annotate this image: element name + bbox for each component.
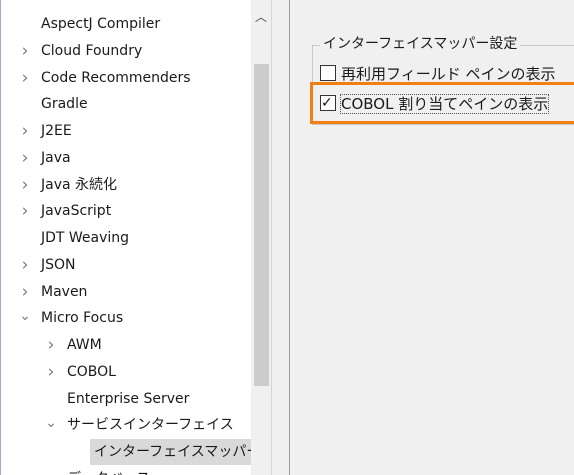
tree-item-label: COBOL — [67, 364, 116, 380]
chevron-down-icon[interactable] — [44, 412, 58, 438]
tree-item-java[interactable]: Java — [1, 145, 251, 171]
tree-item-label: Code Recommenders — [41, 70, 191, 86]
checkbox[interactable] — [320, 65, 336, 81]
chevron-right-icon[interactable] — [18, 252, 32, 278]
scroll-thumb[interactable] — [254, 64, 269, 386]
tree-item-label: JavaScript — [41, 203, 112, 219]
tree-item-java-persistence[interactable]: Java 永続化 — [1, 172, 251, 198]
tree-item-aspectj-compiler[interactable]: AspectJ Compiler — [1, 11, 251, 37]
tree-item-interface-mapper[interactable]: インターフェイスマッパー — [1, 439, 265, 465]
tree-item-label: JDT Weaving — [41, 230, 130, 246]
preferences-tree[interactable]: AspectJ Compiler Cloud Foundry Code Reco… — [1, 0, 271, 475]
tree-item-label: J2EE — [41, 123, 72, 139]
tree-scrollbar[interactable]: ︿ — [251, 0, 271, 475]
settings-panel: インターフェイスマッパー設定 再利用フィールド ペインの表示 COBOL 割り当… — [290, 0, 574, 475]
tree-item-label: サービスインターフェイス — [67, 417, 234, 433]
tree-item-cloud-foundry[interactable]: Cloud Foundry — [1, 38, 251, 64]
chevron-down-icon[interactable] — [18, 305, 32, 331]
chevron-right-icon[interactable] — [18, 65, 32, 91]
panel-sash[interactable] — [271, 0, 291, 475]
tree-item-label: AspectJ Compiler — [41, 16, 161, 32]
tree-item-label: Java — [41, 150, 71, 166]
chevron-right-icon[interactable] — [44, 359, 58, 385]
tree-item-service-interface[interactable]: サービスインターフェイス — [1, 412, 251, 438]
tree-item-label: Enterprise Server — [67, 391, 190, 407]
tree-item-maven[interactable]: Maven — [1, 279, 251, 305]
chevron-right-icon[interactable] — [18, 145, 32, 171]
tree-item-label: Java 永続化 — [41, 177, 118, 193]
tree-item-label: Gradle — [41, 96, 88, 112]
tree-item-gradle[interactable]: Gradle — [1, 91, 251, 117]
tree-item-label: インターフェイスマッパー — [90, 439, 265, 465]
chevron-right-icon[interactable] — [44, 332, 58, 358]
chevron-right-icon[interactable] — [18, 38, 32, 64]
tree-item-label: データベース — [67, 466, 150, 475]
tree-item-javascript[interactable]: JavaScript — [1, 198, 251, 224]
chevron-right-icon[interactable] — [18, 172, 32, 198]
tree-item-j2ee[interactable]: J2EE — [1, 118, 251, 144]
tree-item-label: AWM — [67, 337, 102, 353]
chevron-right-icon[interactable] — [44, 466, 58, 475]
tree-item-cobol[interactable]: COBOL — [1, 359, 251, 385]
chevron-right-icon[interactable] — [18, 118, 32, 144]
option-label: 再利用フィールド ペインの表示 — [341, 65, 556, 83]
tree-item-label: Cloud Foundry — [41, 43, 143, 59]
scroll-up-arrow-icon[interactable]: ︿ — [251, 8, 271, 24]
tree-item-awm[interactable]: AWM — [1, 332, 251, 358]
tree-item-jdt-weaving[interactable]: JDT Weaving — [1, 225, 251, 251]
group-title: インターフェイスマッパー設定 — [320, 33, 521, 55]
tree-item-enterprise-server[interactable]: Enterprise Server — [1, 386, 251, 412]
tree-item-label: Maven — [41, 284, 88, 300]
tree-item-database[interactable]: データベース — [1, 466, 251, 475]
tree-item-label: JSON — [41, 257, 76, 273]
chevron-right-icon[interactable] — [18, 198, 32, 224]
tree-item-code-recommenders[interactable]: Code Recommenders — [1, 65, 251, 91]
tree-item-label: Micro Focus — [41, 310, 124, 326]
tree-item-json[interactable]: JSON — [1, 252, 251, 278]
highlight-box — [310, 82, 574, 124]
tree-item-micro-focus[interactable]: Micro Focus — [1, 305, 251, 331]
chevron-right-icon[interactable] — [18, 279, 32, 305]
